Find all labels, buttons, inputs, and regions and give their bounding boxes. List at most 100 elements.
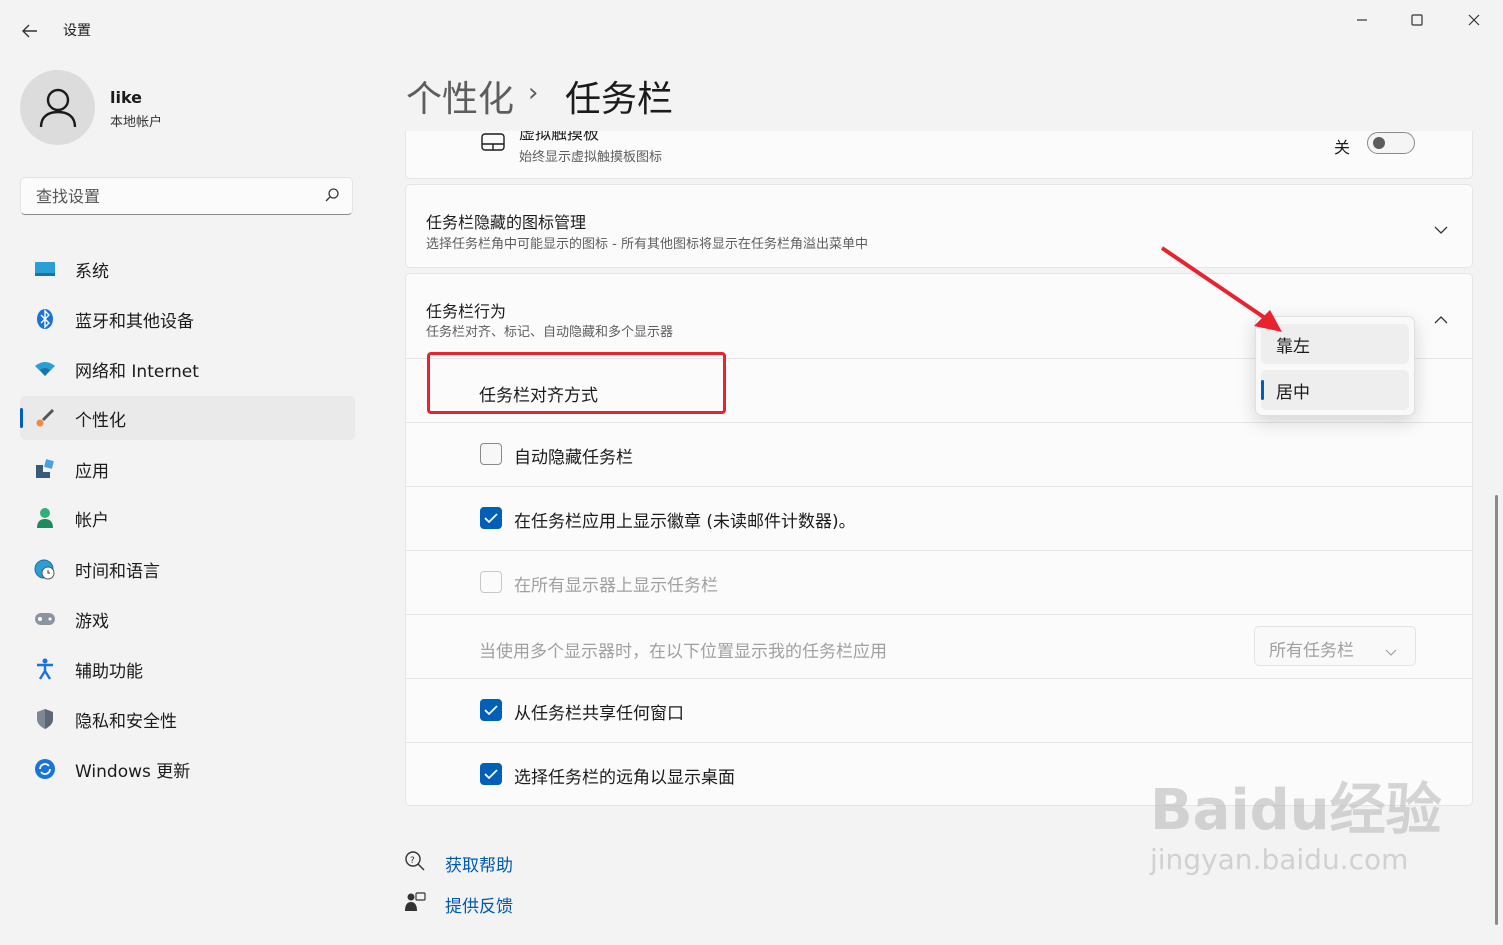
feedback-icon <box>404 891 426 917</box>
chevron-up-icon[interactable] <box>1434 310 1448 329</box>
nav-item-apps[interactable]: 应用 <box>20 447 355 491</box>
user-icon <box>39 88 76 127</box>
close-icon <box>1468 14 1480 26</box>
nav-item-system[interactable]: 系统 <box>20 247 355 291</box>
nav-item-gaming[interactable]: 游戏 <box>20 597 355 641</box>
search-icon[interactable] <box>324 187 340 207</box>
nav-item-accessibility[interactable]: 辅助功能 <box>20 647 355 691</box>
breadcrumb-separator-icon: › <box>528 78 539 108</box>
watermark-brand: Baidu经验 <box>1150 778 1442 843</box>
multi-display-label: 当使用多个显示器时，在以下位置显示我的任务栏应用 <box>479 642 887 662</box>
touchpad-title: 虚拟触摸板 <box>519 131 600 142</box>
account-icon <box>34 507 56 529</box>
nav-item-privacy[interactable]: 隐私和安全性 <box>20 697 355 741</box>
auto-hide-label: 自动隐藏任务栏 <box>514 448 633 468</box>
divider <box>406 678 1472 679</box>
nav-label: 辅助功能 <box>75 661 143 682</box>
gamepad-icon <box>34 608 56 630</box>
alignment-option-center[interactable]: 居中 <box>1261 370 1409 410</box>
behaviors-title: 任务栏行为 <box>426 302 507 321</box>
nav-label: 隐私和安全性 <box>75 711 177 732</box>
annotation-arrow-icon <box>1160 246 1282 332</box>
nav-item-personalization[interactable]: 个性化 <box>20 396 355 440</box>
hidden-icons-title: 任务栏隐藏的图标管理 <box>426 213 587 232</box>
divider <box>406 742 1472 743</box>
scrollbar[interactable] <box>1495 495 1498 925</box>
get-help-link[interactable]: 获取帮助 <box>445 851 513 876</box>
touchpad-subtitle: 始终显示虚拟触摸板图标 <box>519 150 663 165</box>
touchpad-toggle[interactable] <box>1367 132 1415 154</box>
help-icon: ? <box>404 850 426 876</box>
behaviors-subtitle: 任务栏对齐、标记、自动隐藏和多个显示器 <box>426 325 674 340</box>
user-name: like <box>110 88 143 107</box>
nav-label: 系统 <box>75 261 109 282</box>
search-box[interactable] <box>20 177 353 215</box>
auto-hide-checkbox[interactable] <box>480 443 502 465</box>
watermark-url: jingyan.baidu.com <box>1150 843 1409 876</box>
avatar[interactable] <box>20 70 95 145</box>
nav-label: 应用 <box>75 461 109 482</box>
checkmark-icon <box>484 513 498 524</box>
divider <box>406 486 1472 487</box>
share-window-checkbox[interactable] <box>480 699 502 721</box>
multi-display-value: 所有任务栏 <box>1269 641 1354 661</box>
annotation-highlight-box <box>427 352 726 414</box>
hidden-icons-subtitle: 选择任务栏角中可能显示的图标 - 所有其他图标将显示在任务栏角溢出菜单中 <box>426 237 868 252</box>
nav-item-time-language[interactable]: 时间和语言 <box>20 547 355 591</box>
selected-indicator <box>1261 380 1264 400</box>
divider <box>406 422 1472 423</box>
minimize-icon <box>1357 19 1367 21</box>
badges-checkbox[interactable] <box>480 507 502 529</box>
search-input[interactable] <box>34 186 308 207</box>
nav-label: 游戏 <box>75 611 109 632</box>
far-corner-checkbox[interactable] <box>480 763 502 785</box>
nav-item-bluetooth[interactable]: 蓝牙和其他设备 <box>20 297 355 341</box>
active-indicator <box>20 408 23 428</box>
nav-item-network[interactable]: 网络和 Internet <box>20 347 355 391</box>
feedback-link[interactable]: 提供反馈 <box>445 892 513 917</box>
close-button[interactable] <box>1451 6 1497 34</box>
nav-label: 帐户 <box>75 510 109 531</box>
app-title: 设置 <box>63 23 91 39</box>
nav-label: 网络和 Internet <box>75 361 199 382</box>
minimize-button[interactable] <box>1339 6 1385 34</box>
page-title: 任务栏 <box>565 79 674 120</box>
brush-icon <box>34 407 56 429</box>
multi-display-select: 所有任务栏 <box>1254 626 1416 666</box>
update-icon <box>34 758 56 780</box>
account-type: 本地帐户 <box>110 115 163 130</box>
nav-label: Windows 更新 <box>75 761 191 782</box>
shield-icon <box>34 708 56 730</box>
back-button[interactable] <box>14 16 46 46</box>
all-displays-label: 在所有显示器上显示任务栏 <box>514 576 718 596</box>
back-arrow-icon <box>22 24 37 38</box>
wifi-icon <box>34 358 56 380</box>
divider <box>406 550 1472 551</box>
touchpad-icon <box>481 131 505 155</box>
monitor-icon <box>34 258 56 280</box>
toggle-knob <box>1373 137 1385 149</box>
checkmark-icon <box>484 705 498 716</box>
checkmark-icon <box>484 769 498 780</box>
watermark: Baidu经验 jingyan.baidu.com <box>1150 780 1442 878</box>
svg-text:?: ? <box>410 856 415 866</box>
maximize-icon <box>1411 14 1423 26</box>
chevron-down-icon <box>1385 642 1397 661</box>
divider <box>406 614 1472 615</box>
bluetooth-icon <box>34 308 56 330</box>
nav-item-windows-update[interactable]: Windows 更新 <box>20 747 355 791</box>
nav-label: 时间和语言 <box>75 561 160 582</box>
globe-clock-icon <box>34 558 56 580</box>
nav-label: 个性化 <box>75 410 126 431</box>
share-window-label: 从任务栏共享任何窗口 <box>514 704 684 724</box>
option-label: 居中 <box>1276 382 1310 403</box>
touchpad-state: 关 <box>1334 138 1351 157</box>
all-displays-checkbox <box>480 571 502 593</box>
maximize-button[interactable] <box>1394 6 1440 34</box>
accessibility-icon <box>34 658 56 680</box>
chevron-down-icon[interactable] <box>1434 220 1448 239</box>
breadcrumb-parent[interactable]: 个性化 <box>406 70 514 122</box>
nav-item-accounts[interactable]: 帐户 <box>20 496 355 540</box>
far-corner-label: 选择任务栏的远角以显示桌面 <box>514 768 735 788</box>
nav-label: 蓝牙和其他设备 <box>75 311 194 332</box>
